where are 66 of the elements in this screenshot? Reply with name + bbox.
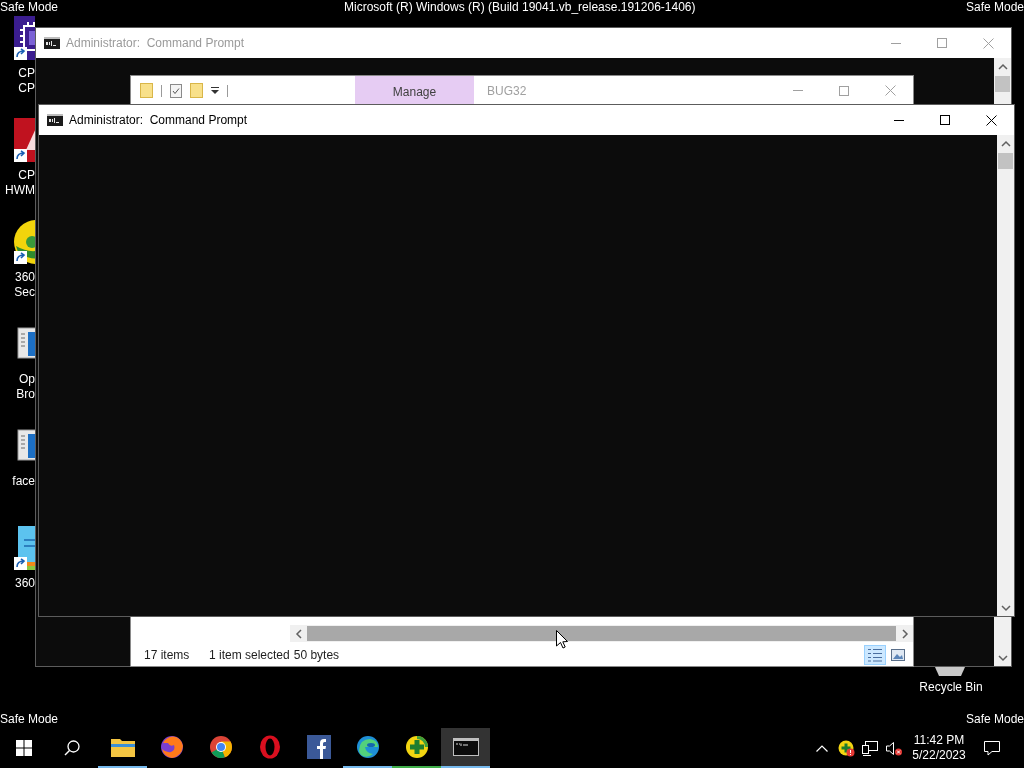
scroll-left-icon[interactable] — [294, 628, 303, 639]
safe-mode-label: Safe Mode — [0, 0, 59, 14]
mouse-pointer-icon — [556, 630, 568, 649]
selection-text: 1 item selected — [209, 647, 291, 664]
segmented-circle-icon — [208, 735, 233, 759]
scroll-down-icon[interactable] — [1000, 603, 1011, 612]
maximize-icon — [940, 115, 950, 125]
scrollbar-thumb[interactable] — [998, 153, 1013, 169]
app-tile-icon[interactable] — [12, 116, 35, 164]
window-title: Administrator: Command Prompt — [69, 112, 248, 129]
scroll-down-icon[interactable] — [997, 653, 1008, 662]
close-icon — [884, 85, 896, 96]
terminal-icon — [452, 738, 479, 756]
icon-label: 360 — [13, 576, 35, 591]
speech-bubble-icon — [984, 740, 1000, 756]
maximize-icon — [839, 85, 849, 96]
network-icon — [862, 740, 878, 756]
window-title: Administrator: Command Prompt — [66, 35, 245, 52]
ribbon-context-tab[interactable]: Manage — [355, 76, 474, 105]
globe-icon — [159, 735, 184, 759]
plus-circle-icon — [404, 735, 429, 759]
window-title: BUG32 — [487, 82, 527, 100]
safe-mode-label: Safe Mode — [965, 712, 1024, 727]
safe-mode-label: Safe Mode — [0, 712, 59, 727]
horizontal-scrollbar[interactable] — [290, 625, 913, 642]
console-icon — [47, 114, 63, 126]
taskbar-app-button[interactable] — [441, 728, 490, 768]
safe-mode-label: Safe Mode — [965, 0, 1024, 14]
picture-view-icon — [891, 649, 905, 661]
minimize-icon — [793, 90, 803, 91]
icon-label: CP HWM — [4, 168, 35, 198]
icon-label: Recycle Bin — [918, 680, 984, 695]
swirl-icon — [355, 735, 380, 759]
minimize-icon — [894, 119, 904, 121]
scroll-up-icon[interactable] — [1000, 139, 1011, 148]
square-logo-icon — [306, 735, 331, 759]
windows-logo-icon — [16, 740, 32, 756]
checked-page-icon[interactable] — [170, 83, 182, 98]
scroll-right-icon[interactable] — [900, 628, 909, 639]
view-toggle-button[interactable] — [864, 645, 886, 665]
vertical-scrollbar[interactable] — [997, 135, 1014, 616]
icon-label: Op Bro — [15, 372, 35, 402]
details-view-icon — [867, 648, 883, 662]
scroll-up-icon[interactable] — [997, 62, 1008, 71]
search-icon — [64, 740, 80, 756]
maximize-icon — [937, 38, 947, 48]
minimize-icon — [891, 42, 901, 44]
chevron-up-icon — [816, 744, 828, 752]
clock-button[interactable]: 11:42 PM 5/22/2023 — [906, 728, 972, 768]
scrollbar-thumb[interactable] — [995, 76, 1010, 92]
scrollbar-thumb[interactable] — [307, 626, 896, 641]
icon-label: CP CP — [17, 66, 35, 96]
icon-label: face — [11, 474, 35, 489]
close-icon — [985, 114, 997, 126]
close-icon — [982, 37, 994, 49]
chip-icon[interactable] — [12, 14, 35, 62]
plus-circle-icon — [837, 739, 855, 757]
console-icon — [44, 37, 60, 49]
build-info-text: Microsoft (R) Windows (R) (Build 19041.vb_release.191206-1406) — [344, 0, 696, 14]
size-text: 50 bytes — [293, 647, 340, 664]
dropdown-caret-icon[interactable] — [211, 87, 219, 94]
ring-icon — [258, 735, 281, 759]
icon-label: 360 Sec — [13, 270, 35, 300]
file-icon[interactable] — [12, 524, 35, 572]
folder-icon — [110, 737, 135, 757]
item-count-text: 17 items — [144, 647, 191, 664]
